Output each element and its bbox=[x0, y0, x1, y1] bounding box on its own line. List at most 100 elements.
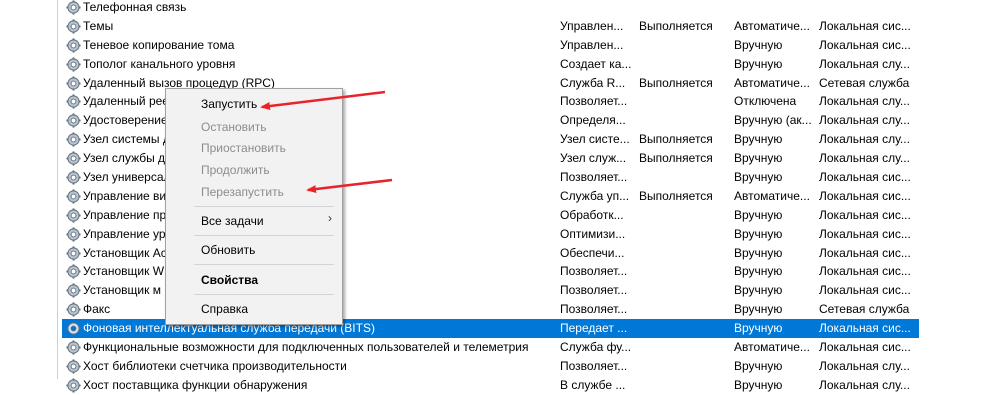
gear-icon bbox=[66, 340, 81, 355]
service-row[interactable]: Теневое копирование тома Управлен... Вручн… bbox=[62, 36, 919, 55]
gear-icon bbox=[66, 113, 81, 128]
service-status: Выполняется bbox=[639, 18, 713, 33]
service-description: Позволяет... bbox=[560, 283, 628, 298]
gear-icon bbox=[66, 170, 81, 185]
gear-icon bbox=[66, 264, 81, 279]
gear-icon bbox=[66, 302, 81, 317]
service-logon-as: Локальная слу... bbox=[819, 56, 910, 71]
service-status: Выполняется bbox=[639, 132, 713, 147]
service-description: Передает ... bbox=[560, 321, 628, 336]
service-name: Темы bbox=[83, 18, 114, 33]
service-logon-as: Локальная слу... bbox=[819, 94, 910, 109]
gear-icon bbox=[66, 151, 81, 166]
service-description: Позволяет... bbox=[560, 94, 628, 109]
gear-icon bbox=[66, 321, 81, 336]
service-name: Телефонная связь bbox=[83, 0, 187, 14]
gear-icon bbox=[66, 227, 81, 242]
gear-icon bbox=[66, 283, 81, 298]
gear-icon bbox=[66, 0, 81, 15]
menu-item-start[interactable]: Запустить bbox=[201, 94, 257, 114]
service-startup-type: Вручную bbox=[734, 207, 783, 222]
menu-separator bbox=[194, 264, 334, 265]
service-logon-as: Локальная сис... bbox=[819, 188, 911, 203]
gear-icon bbox=[66, 132, 81, 147]
service-row[interactable]: Функциональные возможности для подключен… bbox=[62, 338, 919, 357]
menu-separator bbox=[194, 294, 334, 295]
menu-item-stop[interactable]: Остановить bbox=[201, 117, 267, 137]
service-logon-as: Локальная слу... bbox=[819, 113, 910, 128]
pane-border bbox=[57, 0, 58, 379]
service-description: Управлен... bbox=[560, 18, 624, 33]
menu-item-properties[interactable]: Свойства bbox=[201, 270, 258, 290]
menu-separator bbox=[194, 235, 334, 236]
service-startup-type: Вручную bbox=[734, 245, 783, 260]
service-logon-as: Сетевая служба bbox=[819, 302, 910, 317]
service-name: Теневое копирование тома bbox=[83, 37, 235, 52]
service-logon-as: Локальная сис... bbox=[819, 245, 911, 260]
service-logon-as: Локальная слу... bbox=[819, 132, 910, 147]
service-row[interactable]: Телефонная связь bbox=[62, 0, 919, 17]
service-description: Узел систе... bbox=[560, 132, 630, 147]
context-menu: Запустить Остановить Приостановить Продо… bbox=[165, 88, 343, 325]
service-description: Служба фу... bbox=[560, 340, 632, 355]
service-logon-as: Локальная сис... bbox=[819, 18, 911, 33]
service-description: Позволяет... bbox=[560, 358, 628, 373]
service-name: Тополог канального уровня bbox=[83, 56, 236, 71]
service-startup-type: Автоматиче... bbox=[734, 188, 810, 203]
service-logon-as: Сетевая служба bbox=[819, 75, 910, 90]
gear-icon bbox=[66, 76, 81, 91]
service-description: Определя... bbox=[560, 113, 626, 128]
service-logon-as: Локальная сис... bbox=[819, 340, 911, 355]
service-startup-type: Вручную (ак... bbox=[734, 113, 812, 128]
menu-item-help[interactable]: Справка bbox=[201, 299, 248, 319]
service-startup-type: Отключена bbox=[734, 94, 797, 109]
service-logon-as: Локальная сис... bbox=[819, 321, 911, 336]
gear-icon bbox=[66, 208, 81, 223]
service-description: Позволяет... bbox=[560, 302, 628, 317]
service-logon-as: Локальная сис... bbox=[819, 264, 911, 279]
menu-item-refresh[interactable]: Обновить bbox=[201, 240, 255, 260]
menu-separator bbox=[194, 206, 334, 207]
gear-icon bbox=[66, 246, 81, 261]
service-row[interactable]: Тополог канального уровня Создает ка... Вр… bbox=[62, 55, 919, 74]
service-description: Обеспечи... bbox=[560, 245, 625, 260]
service-startup-type: Автоматиче... bbox=[734, 75, 810, 90]
service-description: Создает ка... bbox=[560, 56, 632, 71]
service-description: Оптимизи... bbox=[560, 226, 626, 241]
menu-item-pause[interactable]: Приостановить bbox=[201, 138, 286, 158]
menu-item-all-tasks[interactable]: Все задачи bbox=[201, 211, 264, 231]
service-logon-as: Локальная слу... bbox=[819, 358, 910, 373]
submenu-arrow-icon: › bbox=[328, 211, 332, 225]
service-name: Функциональные возможности для подключен… bbox=[83, 340, 529, 355]
service-row[interactable]: Хост библиотеки счетчика производительно… bbox=[62, 357, 919, 376]
menu-item-restart[interactable]: Перезапустить bbox=[201, 182, 284, 202]
service-description: Позволяет... bbox=[560, 264, 628, 279]
service-row[interactable]: Темы Управлен... Выполняется Автоматиче... Л… bbox=[62, 17, 919, 36]
service-startup-type: Вручную bbox=[734, 283, 783, 298]
service-startup-type: Вручную bbox=[734, 37, 783, 52]
service-description: Служба R... bbox=[560, 75, 626, 90]
service-startup-type: Вручную bbox=[734, 226, 783, 241]
gear-icon bbox=[66, 94, 81, 109]
service-logon-as: Локальная сис... bbox=[819, 170, 911, 185]
service-startup-type: Автоматиче... bbox=[734, 340, 810, 355]
gear-icon bbox=[66, 38, 81, 53]
service-startup-type: Вручную bbox=[734, 170, 783, 185]
service-startup-type: Вручную bbox=[734, 358, 783, 373]
service-startup-type: Вручную bbox=[734, 321, 783, 336]
service-startup-type: Вручную bbox=[734, 264, 783, 279]
service-description: Узел служ... bbox=[560, 151, 627, 166]
menu-item-resume[interactable]: Продолжить bbox=[201, 160, 270, 180]
service-logon-as: Локальная сис... bbox=[819, 37, 911, 52]
service-logon-as: Локальная слу... bbox=[819, 151, 910, 166]
service-startup-type: Вручную bbox=[734, 56, 783, 71]
service-logon-as: Локальная сис... bbox=[819, 283, 911, 298]
gear-icon bbox=[66, 19, 81, 34]
service-logon-as: Локальная сис... bbox=[819, 226, 911, 241]
gear-icon bbox=[66, 359, 81, 374]
service-description: Обработк... bbox=[560, 207, 624, 222]
gear-icon bbox=[66, 378, 81, 393]
service-description: Управлен... bbox=[560, 37, 624, 52]
service-startup-type: Вручную bbox=[734, 132, 783, 147]
service-startup-type: Вручную bbox=[734, 302, 783, 317]
